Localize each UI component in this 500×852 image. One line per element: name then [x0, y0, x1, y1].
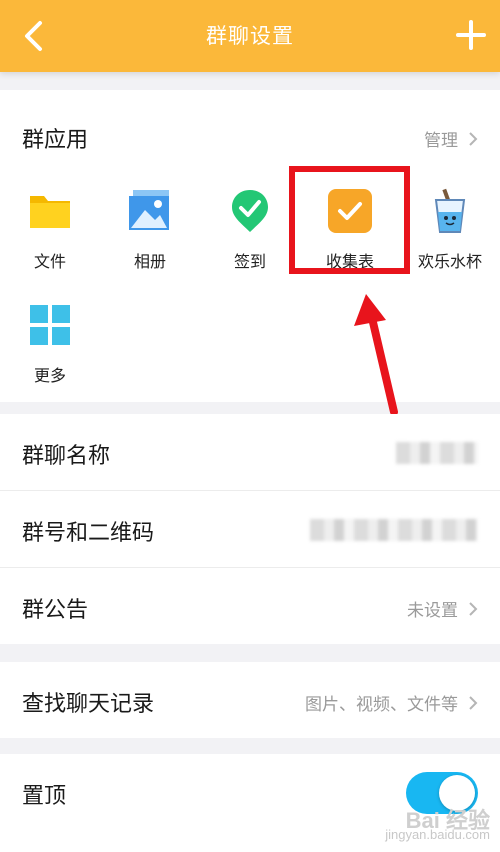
search-history-value: 图片、视频、文件等 [305, 695, 458, 715]
water-cup-icon [434, 188, 466, 233]
group-name-label: 群聊名称 [22, 444, 111, 469]
app-check-in[interactable]: 签到 [200, 188, 300, 272]
search-history-value-wrap: 图片、视频、文件等 [305, 690, 478, 715]
check-in-pin-icon [232, 190, 268, 232]
toggle-knob [439, 775, 475, 811]
announcement-row[interactable]: 群公告 未设置 [0, 568, 500, 644]
group-name-row[interactable]: 群聊名称 [0, 414, 500, 490]
app-file[interactable]: 文件 [0, 188, 100, 272]
app-label: 更多 [33, 366, 66, 385]
chevron-right-icon [469, 601, 478, 616]
group-apps-section: 群应用 管理 文件 相册 签到 收集表 欢乐水杯 更多 [0, 90, 500, 402]
search-history-row[interactable]: 查找聊天记录 图片、视频、文件等 [0, 662, 500, 738]
manage-label: 管理 [424, 131, 458, 151]
app-label: 欢乐水杯 [417, 252, 482, 271]
group-id-label: 群号和二维码 [22, 521, 155, 546]
group-apps-title: 群应用 [22, 128, 89, 153]
search-history-label: 查找聊天记录 [22, 692, 155, 717]
watermark-url: jingyan.baidu.com [385, 827, 490, 842]
folder-icon [30, 196, 70, 228]
photo-album-icon [129, 190, 169, 230]
app-water-cup[interactable]: 欢乐水杯 [400, 188, 500, 272]
app-label: 相册 [133, 252, 166, 271]
announcement-value-wrap: 未设置 [407, 596, 478, 621]
announcement-value: 未设置 [407, 601, 458, 621]
chevron-right-icon [469, 695, 478, 710]
page-title: 群聊设置 [206, 24, 294, 48]
blurred-group-id [310, 519, 478, 541]
plus-icon[interactable] [456, 20, 486, 50]
manage-link[interactable]: 管理 [424, 126, 478, 151]
pin-label: 置顶 [22, 784, 67, 809]
chevron-right-icon [469, 131, 478, 146]
nav-bar: 群聊设置 [0, 0, 500, 72]
app-label: 签到 [233, 252, 266, 271]
group-id-row[interactable]: 群号和二维码 [0, 491, 500, 567]
annotation-arrow [354, 294, 398, 416]
watermark: Bai 经验 jingyan.baidu.com [385, 808, 490, 842]
watermark-brand: Bai 经验 [405, 808, 490, 833]
more-grid-icon [30, 305, 70, 345]
app-label: 文件 [33, 252, 66, 271]
announcement-label: 群公告 [22, 598, 89, 623]
highlight-box [289, 166, 410, 274]
blurred-group-name [396, 442, 478, 464]
app-album[interactable]: 相册 [100, 188, 200, 272]
app-more[interactable]: 更多 [0, 302, 100, 386]
